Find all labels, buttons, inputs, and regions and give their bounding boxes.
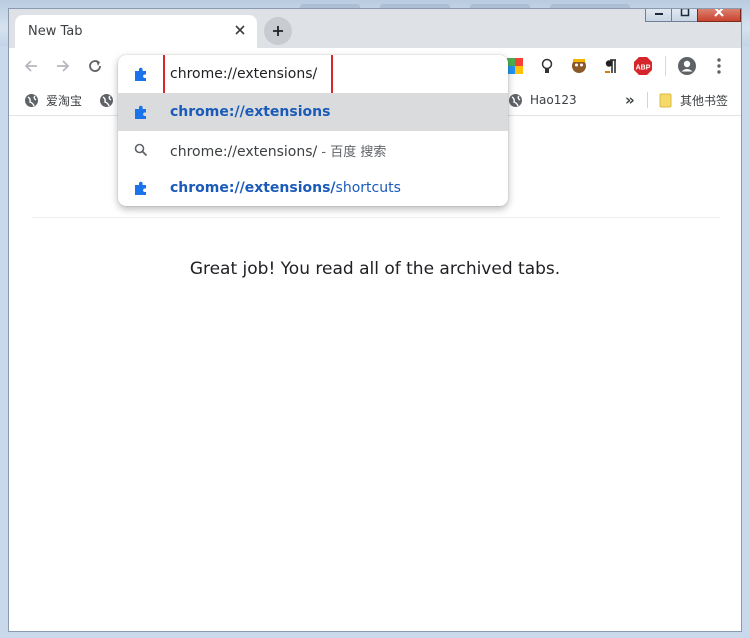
bookmark-item[interactable]: Hao123 <box>507 90 577 110</box>
arrow-left-icon <box>24 60 37 72</box>
close-icon <box>235 25 245 35</box>
address-bar-input[interactable] <box>164 55 476 93</box>
puzzle-icon <box>132 179 150 197</box>
reload-icon <box>89 60 101 72</box>
new-tab-button[interactable] <box>264 17 292 45</box>
divider <box>32 217 720 218</box>
bookmark-label: Hao123 <box>530 93 577 107</box>
bookmark-label: 其他书签 <box>680 93 729 108</box>
minimize-icon <box>654 13 663 15</box>
adblock-plus-icon[interactable]: ABP <box>633 56 653 76</box>
extension-colorful-icon[interactable] <box>505 56 525 76</box>
bookmarks-separator <box>647 92 648 108</box>
suggestion-text: chrome://extensions/ - 百度 搜索 <box>170 143 387 160</box>
suggestion-row[interactable]: chrome://extensions <box>118 93 508 131</box>
globe-icon <box>507 92 523 108</box>
maximize-icon <box>680 9 689 17</box>
kebab-menu-icon <box>717 58 721 74</box>
window-controls <box>645 9 741 24</box>
plus-icon <box>273 26 283 36</box>
forward-button[interactable] <box>51 54 75 78</box>
folder-icon <box>657 92 673 108</box>
globe-icon <box>98 92 114 108</box>
tab-title: New Tab <box>28 24 83 39</box>
menu-button[interactable] <box>709 56 729 76</box>
toolbar-separator <box>665 56 666 76</box>
other-bookmarks-folder[interactable]: 其他书签 <box>657 90 728 110</box>
extension-pilcrow-icon[interactable] <box>601 56 621 76</box>
extension-monkey-icon[interactable] <box>569 56 589 76</box>
suggestion-text: chrome://extensions/shortcuts <box>170 180 401 196</box>
extension-lightbulb-icon[interactable] <box>537 56 557 76</box>
tab-new-tab[interactable]: New Tab <box>15 15 257 48</box>
globe-icon <box>23 92 39 108</box>
puzzle-icon <box>132 103 150 121</box>
close-icon <box>714 9 724 17</box>
puzzle-icon <box>132 65 150 83</box>
reload-button[interactable] <box>83 54 107 78</box>
empty-state-message: Great job! You read all of the archived … <box>189 259 561 279</box>
suggestion-text: chrome://extensions <box>170 104 331 120</box>
search-icon <box>132 141 150 159</box>
omnibox-input-row <box>118 55 508 95</box>
profile-button[interactable] <box>677 56 697 76</box>
arrow-right-icon <box>57 60 70 72</box>
omnibox-dropdown: chrome://extensions chrome://extensions/… <box>118 55 508 206</box>
browser-window: New Tab ABP 爱淘宝 Hao123 » 其他书签 Great job!… <box>8 8 742 632</box>
bookmarks-overflow-button[interactable]: » <box>625 90 635 110</box>
tab-close-button[interactable] <box>231 21 249 39</box>
suggestion-row[interactable]: chrome://extensions/ - 百度 搜索 <box>118 131 508 169</box>
maximize-button[interactable] <box>671 9 698 22</box>
bookmark-item[interactable]: 爱淘宝 <box>23 90 82 110</box>
back-button[interactable] <box>19 54 43 78</box>
suggestion-row[interactable]: chrome://extensions/shortcuts <box>118 169 508 206</box>
minimize-button[interactable] <box>645 9 672 22</box>
close-window-button[interactable] <box>697 9 741 22</box>
bookmark-label: 爱淘宝 <box>46 93 83 108</box>
svg-text:ABP: ABP <box>636 65 651 72</box>
account-circle-icon <box>678 57 696 75</box>
